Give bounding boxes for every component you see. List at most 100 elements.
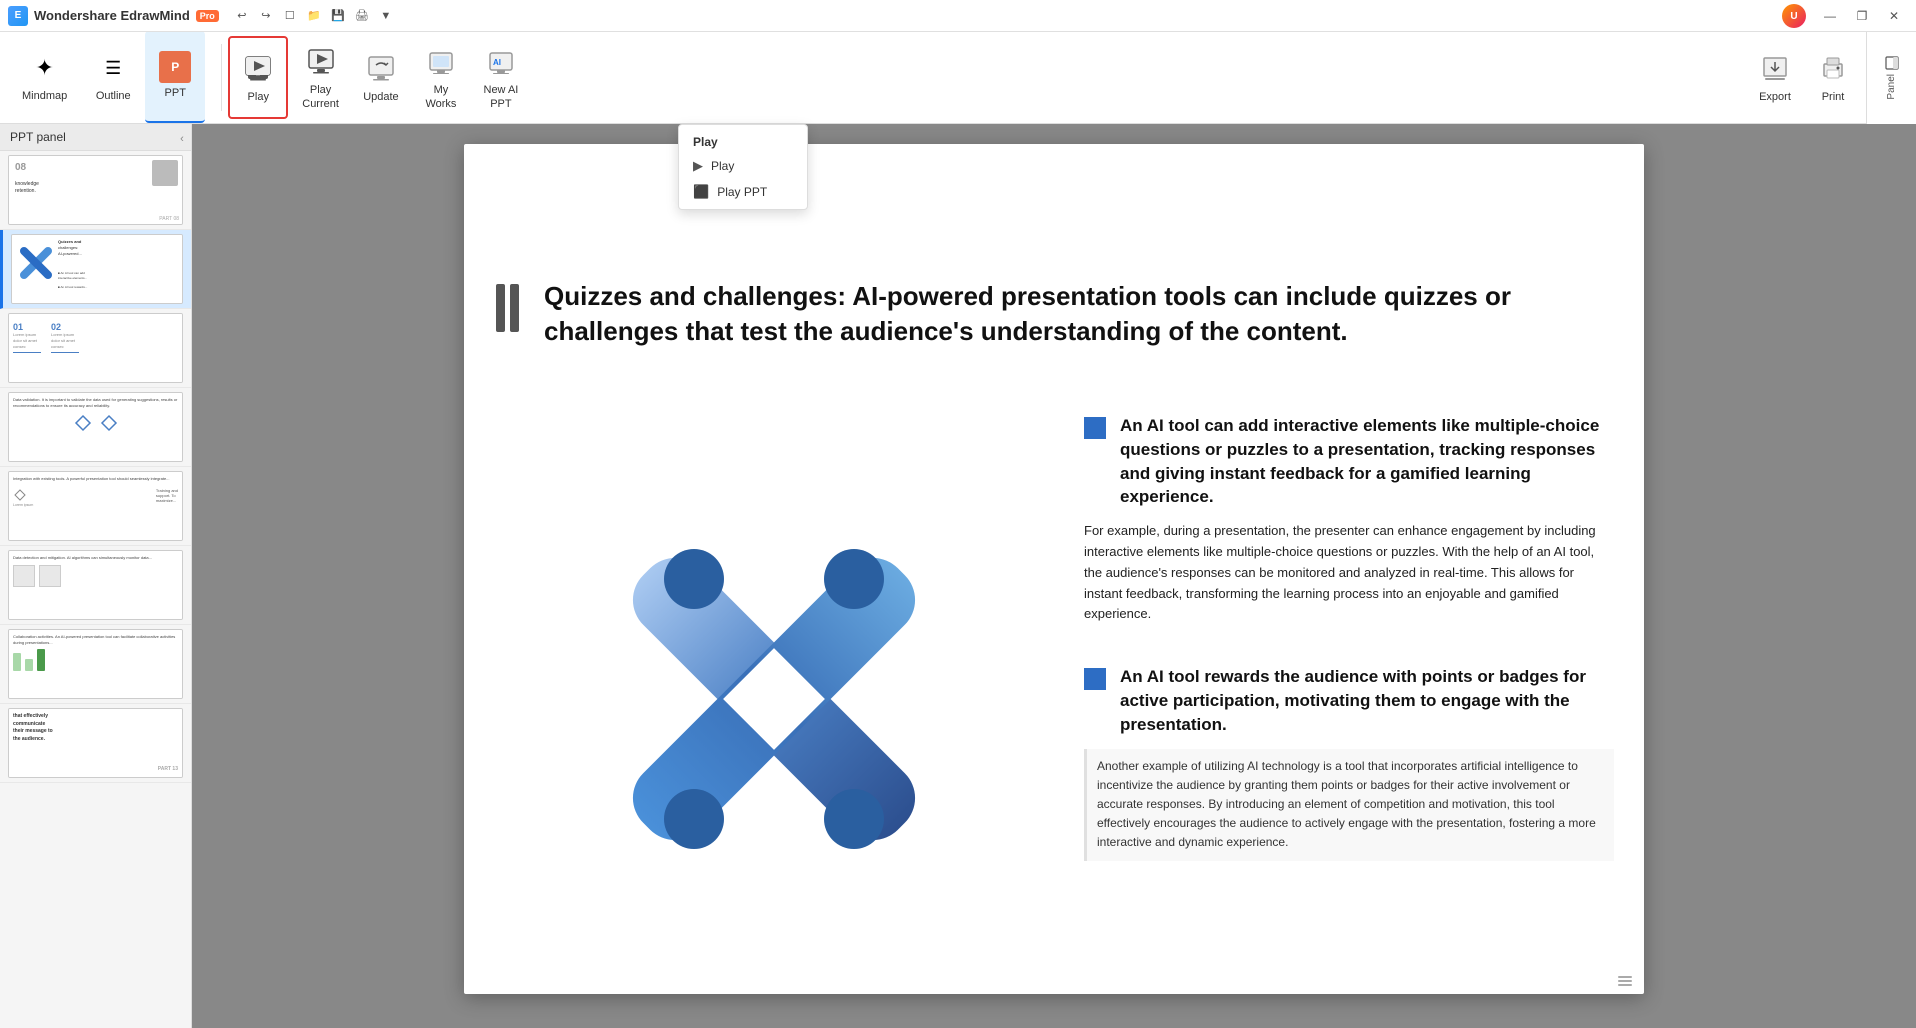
slide-thumb-4[interactable]: Data validation. It is important to vali… [0, 388, 191, 467]
play-button[interactable]: Play [228, 36, 288, 119]
resize-handle[interactable] [1616, 970, 1634, 988]
ribbon: ✦ Mindmap ☰ Outline P PPT [0, 32, 1916, 124]
bullet-1-heading: An AI tool can add interactive elements … [1120, 414, 1614, 509]
ppt-icon: P [159, 51, 191, 83]
my-works-icon [423, 44, 459, 80]
play-ppt-menu-label: Play PPT [717, 185, 767, 199]
print-label: Print [1822, 91, 1845, 104]
outline-label: Outline [96, 90, 131, 103]
profile-avatar[interactable]: U [1782, 4, 1806, 28]
play-current-label: PlayCurrent [302, 84, 339, 110]
tab-ppt[interactable]: P PPT [145, 31, 205, 123]
my-works-label: MyWorks [425, 84, 456, 110]
mindmap-label: Mindmap [22, 90, 67, 103]
save-button[interactable]: 💾 [327, 5, 349, 27]
ppt-panel-title: PPT panel [10, 130, 66, 144]
play-menu-label: Play [711, 159, 734, 173]
bullet-1-square [1084, 417, 1106, 439]
bullet-section-2: An AI tool rewards the audience with poi… [1084, 665, 1614, 860]
slide-thumb-3[interactable]: 01 Lorem ipsum dolor sit amet consec 02 … [0, 309, 191, 388]
panel-label: Panel [1886, 74, 1897, 100]
new-button[interactable]: ☐ [279, 5, 301, 27]
print-button[interactable]: Print [1805, 38, 1861, 118]
slide-thumb-5[interactable]: Integration with existing tools. A power… [0, 467, 191, 546]
slide-title-text: Quizzes and challenges: AI-powered prese… [544, 281, 1511, 346]
ppt-panel-sidebar: PPT panel ‹ 08 knowledgeretention. PART … [0, 124, 192, 1028]
slide-thumb-6[interactable]: Data detection and mitigation. AI algori… [0, 546, 191, 625]
minimize-button[interactable]: — [1816, 6, 1844, 26]
new-ai-ppt-button[interactable]: AI New AIPPT [473, 36, 529, 119]
app-logo: E Wondershare EdrawMind Pro [8, 6, 219, 26]
tab-mindmap[interactable]: ✦ Mindmap [8, 31, 81, 123]
slide-title: Quizzes and challenges: AI-powered prese… [544, 279, 1594, 349]
pause-bar-1 [496, 284, 505, 332]
slide-thumb-8[interactable]: that effectivelycommunicatetheir message… [0, 704, 191, 783]
play-dropdown-header: Play [679, 129, 807, 153]
play-ppt-menu-item[interactable]: ⬛ Play PPT [679, 179, 807, 205]
update-label: Update [363, 91, 398, 104]
slide-thumb-2[interactable]: Quizzes and challenges: AI-powered... ■ … [0, 230, 191, 309]
export-label: Export [1759, 91, 1791, 104]
svg-text:AI: AI [493, 58, 501, 67]
slide-thumb-img-8: that effectivelycommunicatetheir message… [8, 708, 183, 778]
tab-outline[interactable]: ☰ Outline [81, 31, 145, 123]
title-bar: E Wondershare EdrawMind Pro ↩ ↪ ☐ 📁 💾 🖨 … [0, 0, 1916, 32]
slide-list: 08 knowledgeretention. PART 08 [0, 151, 191, 1028]
app-name: Wondershare EdrawMind [34, 8, 190, 23]
close-button[interactable]: ✕ [1880, 6, 1908, 26]
x-shape-svg [564, 489, 984, 909]
app-logo-icon: E [8, 6, 28, 26]
ribbon-right-actions: Export Print [1747, 32, 1861, 124]
play-label: Play [248, 91, 269, 104]
update-button[interactable]: Update [353, 36, 409, 119]
more-button[interactable]: ▼ [375, 5, 397, 27]
undo-button[interactable]: ↩ [231, 5, 253, 27]
pause-icon [496, 284, 519, 332]
slide-body-right: An AI tool can add interactive elements … [1084, 414, 1614, 901]
print-icon [1815, 51, 1851, 87]
play-current-button[interactable]: PlayCurrent [292, 36, 349, 119]
resize-icon [1616, 970, 1634, 988]
restore-button[interactable]: ❐ [1848, 6, 1876, 26]
pause-bar-2 [510, 284, 519, 332]
open-button[interactable]: 📁 [303, 5, 325, 27]
bullet-section-1: An AI tool can add interactive elements … [1084, 414, 1614, 625]
export-button[interactable]: Export [1747, 38, 1803, 118]
new-ai-ppt-icon: AI [483, 44, 519, 80]
print-preview-button[interactable]: 🖨 [351, 5, 373, 27]
play-menu-icon: ▶ [693, 158, 703, 174]
bullet-2-body: Another example of utilizing AI technolo… [1084, 749, 1614, 861]
export-icon [1757, 51, 1793, 87]
slide-thumb-img-5: Integration with existing tools. A power… [8, 471, 183, 541]
play-dropdown-menu: Play ▶ Play ⬛ Play PPT [678, 124, 808, 210]
sidebar-collapse-button[interactable]: ‹ [173, 130, 191, 148]
slide-graphic [514, 439, 1034, 959]
slide-thumb-img-2: Quizzes and challenges: AI-powered... ■ … [11, 234, 183, 304]
ribbon-separator-1 [221, 44, 222, 111]
play-icon [240, 51, 276, 87]
redo-button[interactable]: ↪ [255, 5, 277, 27]
slide-thumb-1[interactable]: 08 knowledgeretention. PART 08 [0, 151, 191, 230]
slide-canvas-area: Quizzes and challenges: AI-powered prese… [192, 124, 1916, 1028]
play-menu-item[interactable]: ▶ Play [679, 153, 807, 179]
ppt-panel-header: PPT panel [0, 124, 191, 151]
play-ppt-menu-icon: ⬛ [693, 184, 709, 200]
slide-thumb-img-4: Data validation. It is important to vali… [8, 392, 183, 462]
my-works-button[interactable]: MyWorks [413, 36, 469, 119]
slide-thumb-7[interactable]: Collaboration activities. An AI-powered … [0, 625, 191, 704]
panel-toggle-button[interactable]: Panel [1866, 32, 1916, 124]
slide-thumb-img-1: 08 knowledgeretention. PART 08 [8, 155, 183, 225]
window-controls: — ❐ ✕ [1816, 6, 1908, 26]
update-icon [363, 51, 399, 87]
slide-thumb-img-7: Collaboration activities. An AI-powered … [8, 629, 183, 699]
new-ai-ppt-label: New AIPPT [484, 84, 519, 110]
play-current-icon [303, 44, 339, 80]
x-shape [564, 489, 984, 909]
bullet-1-body: For example, during a presentation, the … [1084, 521, 1614, 625]
bullet-2-header: An AI tool rewards the audience with poi… [1084, 665, 1614, 736]
quick-access-toolbar: ↩ ↪ ☐ 📁 💾 🖨 ▼ [231, 5, 397, 27]
main-area: PPT panel ‹ 08 knowledgeretention. PART … [0, 124, 1916, 1028]
pro-badge: Pro [196, 10, 219, 22]
outline-icon: ☰ [95, 50, 131, 86]
ppt-label: PPT [165, 87, 186, 100]
